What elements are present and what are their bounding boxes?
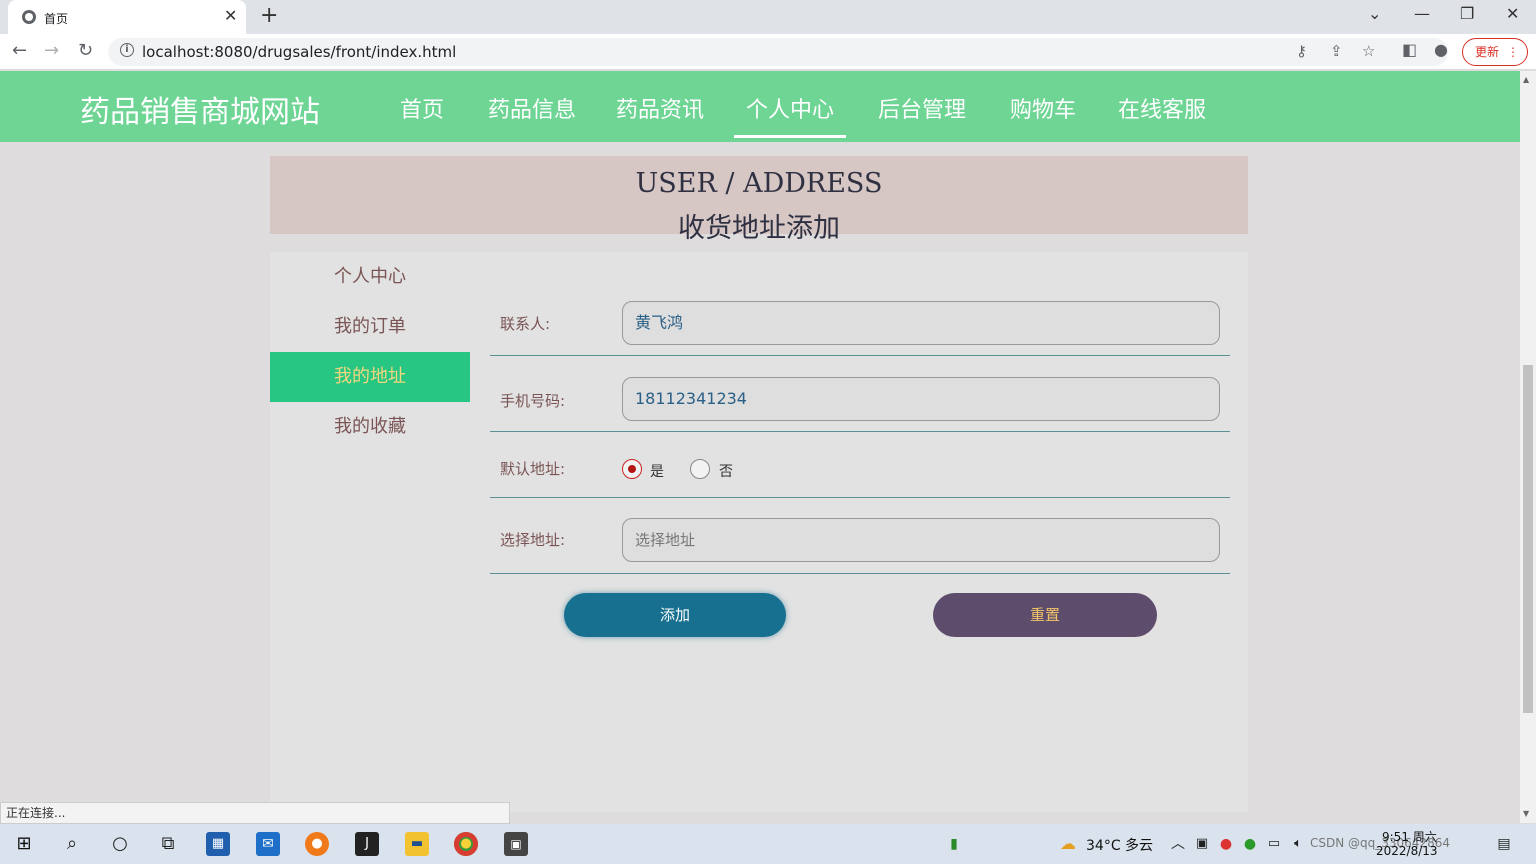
task-view-icon[interactable]: ⧉ xyxy=(156,832,180,856)
taskbar: ⊞ ⌕ ○ ⧉ ▦ ✉ ● J ▬ ● ▣ ▮ ☁ 34°C 多云 ︿ ▣ ● … xyxy=(0,824,1536,864)
cortana-icon[interactable]: ○ xyxy=(108,832,132,856)
back-icon[interactable]: ← xyxy=(12,40,27,61)
tray-expand-icon[interactable]: ︿ xyxy=(1166,832,1190,856)
battery-app-icon[interactable]: ▮ xyxy=(942,832,966,856)
site-header: 药品销售商城网站 首页 药品信息 药品资讯 个人中心 后台管理 购物车 在线客服 xyxy=(0,71,1520,142)
address-panel: 个人中心 我的订单 我的地址 我的收藏 联系人: 黄飞鸿 手机号码: 18112… xyxy=(270,252,1248,812)
profile-icon[interactable]: ● xyxy=(1434,40,1448,59)
nav-personal-center[interactable]: 个人中心 xyxy=(733,92,847,138)
url-text: localhost:8080/drugsales/front/index.htm… xyxy=(142,43,457,61)
default-no-label[interactable]: 否 xyxy=(719,461,733,481)
default-address-row: 默认地址: 是 否 xyxy=(490,432,1230,498)
address-select-input[interactable]: 选择地址 xyxy=(622,518,1220,562)
page-scrollbar[interactable]: ▲ ▼ xyxy=(1520,71,1536,823)
restore-icon[interactable]: ❐ xyxy=(1460,4,1474,23)
default-address-label: 默认地址: xyxy=(500,460,566,478)
site-info-icon[interactable]: i xyxy=(120,43,134,57)
nav-drug-news[interactable]: 药品资讯 xyxy=(616,92,704,124)
reload-icon[interactable]: ↻ xyxy=(78,40,93,61)
default-yes-label[interactable]: 是 xyxy=(650,461,664,481)
contact-label: 联系人: xyxy=(500,315,551,333)
clock-date[interactable]: 2022/8/13 xyxy=(1376,844,1438,858)
scroll-thumb[interactable] xyxy=(1523,365,1533,713)
weather-text[interactable]: 34°C 多云 xyxy=(1086,835,1153,855)
windows-start-icon[interactable]: ⊞ xyxy=(12,832,36,856)
add-button[interactable]: 添加 xyxy=(564,593,786,637)
sidebar-item-my-address[interactable]: 我的地址 xyxy=(270,352,470,402)
search-icon[interactable]: ⌕ xyxy=(60,832,84,856)
browser-tab[interactable]: 首页 ✕ xyxy=(8,0,246,34)
sidebar-item-personal-center[interactable]: 个人中心 xyxy=(270,252,470,302)
intellij-icon[interactable]: J xyxy=(355,832,379,856)
volume-icon[interactable]: 🔈︎ xyxy=(1286,832,1310,856)
phone-row: 手机号码: 18112341234 xyxy=(490,356,1230,432)
reset-button[interactable]: 重置 xyxy=(933,593,1157,637)
nav-home[interactable]: 首页 xyxy=(400,92,444,124)
phone-input[interactable]: 18112341234 xyxy=(622,377,1220,421)
file-explorer-icon[interactable]: ▬ xyxy=(405,832,429,856)
battery-icon[interactable]: ▭ xyxy=(1262,832,1286,856)
sidebar-item-my-favorites[interactable]: 我的收藏 xyxy=(270,402,470,452)
banner-chinese-title: 收货地址添加 xyxy=(678,213,840,244)
qq-icon[interactable]: ● xyxy=(1214,832,1238,856)
contact-row: 联系人: 黄飞鸿 xyxy=(490,292,1230,356)
nav-customer-service[interactable]: 在线客服 xyxy=(1118,92,1206,124)
side-panel-icon[interactable]: ◧ xyxy=(1402,40,1417,59)
address-label: 选择地址: xyxy=(500,531,566,549)
scroll-down-icon[interactable]: ▼ xyxy=(1523,809,1529,818)
notification-icon[interactable]: ▤ xyxy=(1492,832,1516,856)
new-tab-icon[interactable]: + xyxy=(260,3,278,28)
bookmark-star-icon[interactable]: ☆ xyxy=(1362,42,1375,60)
default-no-radio[interactable] xyxy=(690,459,710,479)
menu-dots-icon: ⋮ xyxy=(1507,45,1519,59)
scroll-up-icon[interactable]: ▲ xyxy=(1523,75,1529,84)
banner-english-title: USER / ADDRESS xyxy=(635,168,883,199)
forward-icon[interactable]: → xyxy=(44,40,59,61)
page-banner: USER / ADDRESS 收货地址添加 xyxy=(270,156,1248,244)
close-window-icon[interactable]: ✕ xyxy=(1506,4,1519,23)
firefox-icon[interactable]: ● xyxy=(305,832,329,856)
clock-time[interactable]: 9:51 周六 xyxy=(1382,828,1437,845)
update-button[interactable]: 更新 ⋮ xyxy=(1462,38,1528,66)
address-bar: ← → ↻ i localhost:8080/drugsales/front/i… xyxy=(0,34,1536,70)
tray-green-icon[interactable]: ● xyxy=(1238,832,1262,856)
status-bubble: 正在连接... xyxy=(0,802,510,824)
close-tab-icon[interactable]: ✕ xyxy=(224,6,237,25)
default-yes-radio[interactable] xyxy=(622,459,642,479)
sidebar-item-my-orders[interactable]: 我的订单 xyxy=(270,302,470,352)
main-content: USER / ADDRESS 收货地址添加 个人中心 我的订单 我的地址 我的收… xyxy=(0,142,1520,812)
globe-icon xyxy=(22,10,36,24)
contact-input[interactable]: 黄飞鸿 xyxy=(622,301,1220,345)
chrome-icon[interactable]: ● xyxy=(454,832,478,856)
url-field[interactable]: i localhost:8080/drugsales/front/index.h… xyxy=(108,38,1448,66)
tab-title: 首页 xyxy=(44,12,69,26)
weather-icon: ☁ xyxy=(1060,834,1076,853)
phone-label: 手机号码: xyxy=(500,392,566,410)
nav-drug-info[interactable]: 药品信息 xyxy=(488,92,576,124)
tray-app-icon[interactable]: ▣ xyxy=(1190,832,1214,856)
terminal-app-icon[interactable]: ▣ xyxy=(504,832,528,856)
key-icon[interactable]: ⚷ xyxy=(1296,42,1307,60)
update-label: 更新 xyxy=(1475,45,1500,59)
address-row: 选择地址: 选择地址 xyxy=(490,498,1230,574)
site-logo: 药品销售商城网站 xyxy=(80,95,320,130)
minimize-icon[interactable]: — xyxy=(1414,4,1430,23)
share-icon[interactable]: ⇪ xyxy=(1330,42,1343,60)
mail-icon[interactable]: ✉ xyxy=(256,832,280,856)
tab-search-icon[interactable]: ⌄ xyxy=(1368,4,1381,23)
store-icon[interactable]: ▦ xyxy=(206,832,230,856)
nav-admin[interactable]: 后台管理 xyxy=(878,92,966,124)
nav-cart[interactable]: 购物车 xyxy=(1010,92,1076,124)
browser-tab-bar: 首页 ✕ + ⌄ — ❐ ✕ xyxy=(0,0,1536,34)
